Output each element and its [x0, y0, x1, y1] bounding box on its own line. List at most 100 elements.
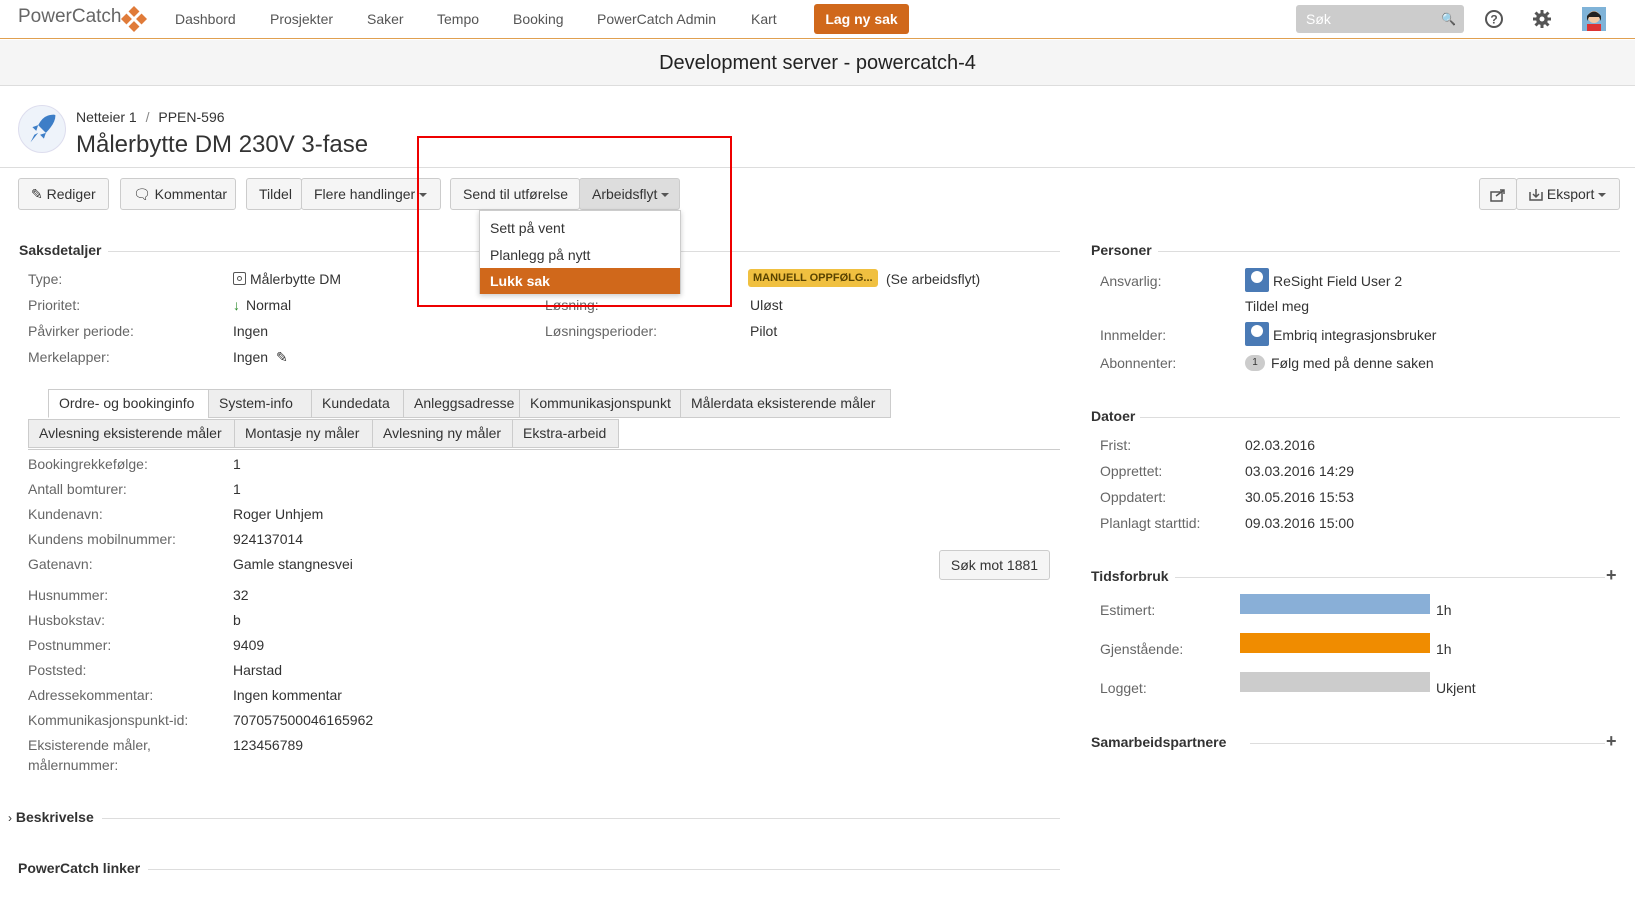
share-icon: [1490, 189, 1505, 203]
tab-4[interactable]: Anleggsadresse: [403, 389, 520, 418]
gear-icon[interactable]: [1532, 9, 1552, 29]
nav-booking[interactable]: Booking: [513, 11, 564, 27]
user-avatar[interactable]: [1582, 7, 1606, 31]
reporter-value[interactable]: Embriq integrasjonsbruker: [1273, 327, 1436, 343]
project-avatar[interactable]: [18, 105, 66, 153]
comment-button-label: Kommentar: [154, 186, 228, 202]
issue-header: Netteier 1 / PPEN-596 Målerbytte DM 230V…: [0, 87, 1635, 167]
field-label: Poststed:: [28, 662, 87, 678]
description-toggle[interactable]: › Beskrivelse: [8, 809, 94, 825]
tab-5[interactable]: Kommunikasjonspunkt: [519, 389, 681, 418]
tab-row2-1[interactable]: Avlesning eksisterende måler: [28, 419, 235, 448]
watchers-count-badge[interactable]: 1: [1245, 355, 1265, 371]
nav-map[interactable]: Kart: [751, 11, 777, 27]
field-label: Husbokstav:: [28, 612, 106, 628]
section-divider: [1250, 743, 1605, 744]
section-title-dates: Datoer: [1091, 408, 1136, 424]
tab-6[interactable]: Målerdata eksisterende måler: [680, 389, 891, 418]
field-label: Husnummer:: [28, 587, 109, 603]
nav-projects[interactable]: Prosjekter: [270, 11, 333, 27]
date-label: Planlagt starttid:: [1100, 515, 1201, 531]
status-badge[interactable]: MANUELL OPPFØLG...: [748, 269, 878, 287]
field-label: Eksisterende måler, målernummer:: [28, 737, 151, 773]
field-value: Harstad: [233, 662, 283, 678]
reporter-label: Innmelder:: [1100, 327, 1167, 343]
send-to-execution-button[interactable]: Send til utførelse: [450, 178, 580, 210]
tab-2[interactable]: System-info: [208, 389, 312, 418]
user-avatar-icon: [1245, 268, 1269, 292]
remaining-bar: [1240, 633, 1430, 653]
more-actions-button[interactable]: Flere handlinger: [301, 178, 441, 210]
assignee-label: Ansvarlig:: [1100, 273, 1162, 289]
workflow-link[interactable]: (Se arbeidsflyt): [886, 271, 980, 287]
date-value: 09.03.2016 15:00: [1245, 515, 1354, 531]
download-icon: [1529, 189, 1543, 202]
nav-issues[interactable]: Saker: [367, 11, 404, 27]
field-value: b: [233, 612, 241, 628]
field-label: Postnummer:: [28, 637, 112, 653]
watchers-label: Abonnenter:: [1100, 355, 1177, 371]
chevron-down-icon: [661, 193, 670, 198]
user-avatar-icon: [1245, 322, 1269, 346]
tab-row2-2[interactable]: Montasje ny måler: [234, 419, 373, 448]
share-button[interactable]: [1479, 178, 1517, 210]
field-label: Kundenavn:: [28, 506, 103, 522]
resolution-label: Løsning:: [545, 297, 599, 313]
assign-button[interactable]: Tildel: [246, 178, 302, 210]
section-divider: [148, 869, 1060, 870]
menu-item-close-issue[interactable]: Lukk sak: [480, 268, 680, 294]
field-value: 1: [233, 481, 241, 497]
export-button-label: Eksport: [1546, 186, 1595, 202]
issue-type-icon: [233, 272, 246, 285]
pencil-icon[interactable]: ✎: [276, 349, 288, 365]
tab-row2-3[interactable]: Avlesning ny måler: [372, 419, 513, 448]
comment-button[interactable]: 🗨 Kommentar: [120, 178, 236, 210]
breadcrumb: Netteier 1 / PPEN-596: [76, 109, 225, 125]
workflow-button[interactable]: Arbeidsflyt: [579, 178, 680, 210]
toolbar-divider: [0, 167, 1635, 168]
menu-item-reschedule[interactable]: Planlegg på nytt: [480, 242, 680, 268]
help-icon[interactable]: ?: [1484, 9, 1504, 29]
field-label: Kundens mobilnummer:: [28, 531, 176, 547]
field-value: Gamle stangnesvei: [233, 556, 353, 572]
nav-tempo[interactable]: Tempo: [437, 11, 479, 27]
search-input[interactable]: Søk 🔍: [1296, 5, 1464, 33]
type-value-text: Målerbytte DM: [250, 271, 342, 287]
app-logo[interactable]: PowerCatch: [18, 6, 122, 28]
field-value: 32: [233, 587, 249, 603]
date-label: Opprettet:: [1100, 463, 1163, 479]
assign-to-me-link[interactable]: Tildel meg: [1245, 298, 1309, 314]
rocket-icon: [30, 114, 56, 143]
chevron-down-icon: [1598, 193, 1607, 198]
date-label: Oppdatert:: [1100, 489, 1167, 505]
plus-icon[interactable]: +: [1606, 565, 1617, 586]
chevron-down-icon: [419, 193, 428, 198]
assignee-value[interactable]: ReSight Field User 2: [1273, 273, 1402, 289]
tab-3[interactable]: Kundedata: [311, 389, 404, 418]
field-value: Roger Unhjem: [233, 506, 324, 522]
breadcrumb-issue-key[interactable]: PPEN-596: [158, 109, 224, 125]
remaining-label: Gjenstående:: [1100, 641, 1184, 657]
menu-item-put-on-hold[interactable]: Sett på vent: [480, 215, 680, 241]
export-button[interactable]: Eksport: [1516, 178, 1620, 210]
section-title-time-tracking: Tidsforbruk: [1091, 568, 1169, 584]
breadcrumb-project[interactable]: Netteier 1: [76, 109, 137, 125]
plus-icon[interactable]: +: [1606, 731, 1617, 752]
section-divider: [1175, 577, 1605, 578]
nav-powercatch-admin[interactable]: PowerCatch Admin: [597, 11, 716, 27]
date-value: 02.03.2016: [1245, 437, 1316, 453]
chevron-right-icon: ›: [8, 811, 12, 825]
nav-dashboard[interactable]: Dashbord: [175, 11, 236, 27]
date-value: 03.03.2016 14:29: [1245, 463, 1354, 479]
priority-value: ↓ Normal: [233, 297, 291, 313]
priority-label: Prioritet:: [28, 297, 81, 313]
estimated-value: 1h: [1436, 602, 1452, 618]
field-value: 123456789: [233, 737, 304, 753]
search-1881-button[interactable]: Søk mot 1881: [939, 550, 1050, 580]
powercatch-links-title: PowerCatch linker: [18, 860, 141, 876]
create-issue-button[interactable]: Lag ny sak: [814, 4, 909, 34]
edit-button[interactable]: ✎ Rediger: [18, 178, 109, 210]
watch-issue-link[interactable]: Følg med på denne saken: [1271, 355, 1434, 371]
tab-row2-4[interactable]: Ekstra-arbeid: [512, 419, 619, 448]
field-label: Kommunikasjonspunkt-id:: [28, 712, 189, 728]
